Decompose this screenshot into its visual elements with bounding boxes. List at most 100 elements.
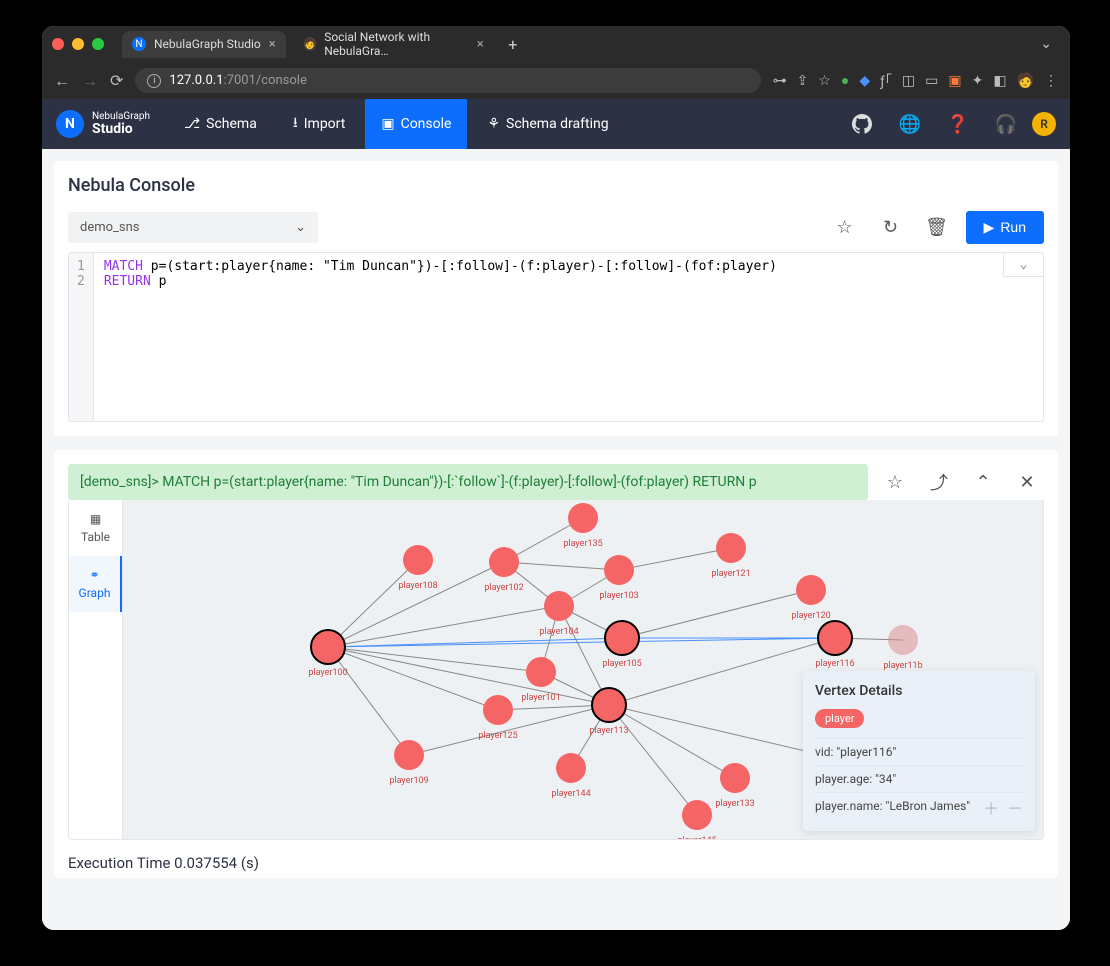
- editor-gutter: 12: [69, 253, 94, 421]
- svg-text:player109: player109: [389, 776, 428, 786]
- svg-text:player144: player144: [551, 789, 590, 799]
- vertex-age-row: player.age: "34": [815, 765, 1023, 792]
- import-icon: ⭳: [293, 112, 298, 136]
- square-ext-icon[interactable]: ◫: [902, 73, 915, 89]
- space-select-value: demo_sns: [80, 220, 140, 235]
- share-icon[interactable]: ⇪: [797, 73, 809, 89]
- export-result-button[interactable]: ⤴: [922, 465, 956, 499]
- mail-ext-icon[interactable]: ▭: [925, 73, 938, 89]
- diamond-ext-icon[interactable]: ◆: [859, 73, 870, 89]
- close-tab-icon[interactable]: ×: [477, 37, 484, 52]
- browser-tab-1[interactable]: N NebulaGraph Studio ×: [122, 31, 286, 58]
- url-path: /console: [256, 73, 307, 88]
- run-button[interactable]: ▶ Run: [966, 211, 1044, 244]
- logo-text: NebulaGraph Studio: [92, 111, 150, 137]
- console-card: Nebula Console demo_sns ⌄ ☆ ↻ 🗑 ▶ Run 12…: [54, 161, 1058, 436]
- favicon: 🧑: [304, 37, 316, 51]
- editor-collapse-button[interactable]: ⌄: [1003, 253, 1043, 277]
- executed-query-bar: [demo_sns]> MATCH p=(start:player{name: …: [68, 464, 868, 500]
- editor-code[interactable]: MATCH p=(start:player{name: "Tim Duncan"…: [94, 253, 1043, 421]
- nav-schema-drafting[interactable]: ⚘ Schema drafting: [471, 99, 624, 149]
- maximize-window-button[interactable]: [92, 38, 104, 50]
- graph-visualization[interactable]: player100player108player102player135play…: [123, 500, 1043, 839]
- history-button[interactable]: ↻: [874, 210, 908, 244]
- app-logo[interactable]: N NebulaGraph Studio: [56, 110, 150, 138]
- logo-mark: N: [56, 110, 84, 138]
- panel-icon[interactable]: ◧: [993, 73, 1006, 89]
- content-area: Nebula Console demo_sns ⌄ ☆ ↻ 🗑 ▶ Run 12…: [42, 149, 1070, 930]
- close-window-button[interactable]: [52, 38, 64, 50]
- svg-text:player120: player120: [791, 611, 830, 621]
- vertex-panel-title: Vertex Details: [815, 683, 1023, 699]
- star-icon[interactable]: ☆: [818, 73, 831, 89]
- forward-button[interactable]: →: [82, 71, 98, 91]
- nav-console[interactable]: ▣ Console: [365, 99, 467, 149]
- zoom-in-icon[interactable]: ＋: [983, 795, 999, 819]
- new-tab-button[interactable]: +: [502, 33, 524, 55]
- tab-label: Table: [81, 530, 110, 544]
- tab-label: Graph: [79, 586, 111, 600]
- browser-chrome: N NebulaGraph Studio × 🧑 Social Network …: [42, 26, 1070, 99]
- result-body: ▦ Table ⚭ Graph player100player108player…: [68, 500, 1044, 840]
- nav-label: Schema: [206, 116, 257, 132]
- metamask-ext-icon[interactable]: ▣: [948, 73, 961, 89]
- back-button[interactable]: ←: [54, 71, 70, 91]
- graph-icon: ⚭: [89, 568, 99, 582]
- vertex-vid-row: vid: "player116": [815, 738, 1023, 765]
- close-result-button[interactable]: ✕: [1010, 465, 1044, 499]
- menu-icon[interactable]: ⋮: [1044, 73, 1058, 89]
- svg-text:player145: player145: [677, 836, 716, 839]
- script-ext-icon[interactable]: ƒ｢: [880, 71, 892, 91]
- close-tab-icon[interactable]: ×: [269, 37, 276, 52]
- site-info-icon[interactable]: i: [147, 74, 161, 88]
- help-icon[interactable]: ❓: [942, 108, 974, 140]
- svg-text:player103: player103: [599, 591, 638, 601]
- user-avatar[interactable]: R: [1032, 112, 1056, 136]
- profile-icon[interactable]: 🧑: [1017, 73, 1034, 89]
- delete-button[interactable]: 🗑: [920, 210, 954, 244]
- svg-text:player121: player121: [711, 569, 750, 579]
- reload-button[interactable]: ⟳: [110, 71, 123, 90]
- nav-schema[interactable]: ⎇ Schema: [168, 99, 273, 149]
- address-bar-row: ← → ⟳ i 127.0.0.1:7001/console ⊶ ⇪ ☆ ● ◆…: [42, 62, 1070, 99]
- tabs-overflow-button[interactable]: ⌄: [1032, 32, 1060, 56]
- favorite-button[interactable]: ☆: [828, 210, 862, 244]
- minimize-window-button[interactable]: [72, 38, 84, 50]
- view-tabs: ▦ Table ⚭ Graph: [69, 500, 123, 839]
- run-label: Run: [1000, 219, 1026, 235]
- table-icon: ▦: [90, 512, 101, 526]
- svg-text:player135: player135: [563, 539, 602, 549]
- tab-title: NebulaGraph Studio: [154, 37, 261, 51]
- svg-text:player125: player125: [478, 731, 517, 741]
- window-controls: [52, 38, 104, 50]
- vertex-tag: player: [815, 709, 864, 728]
- evernote-ext-icon[interactable]: ●: [841, 72, 849, 89]
- key-icon[interactable]: ⊶: [773, 73, 787, 89]
- extensions-icon[interactable]: ✦: [972, 73, 984, 89]
- address-bar[interactable]: i 127.0.0.1:7001/console: [135, 68, 760, 93]
- github-icon[interactable]: [846, 108, 878, 140]
- zoom-out-icon[interactable]: －: [1007, 795, 1023, 819]
- nav-import[interactable]: ⭳ Import: [277, 99, 362, 149]
- browser-tab-2[interactable]: 🧑 Social Network with NebulaGra… ×: [294, 26, 494, 64]
- collapse-result-button[interactable]: ⌃: [966, 465, 1000, 499]
- svg-text:player11b: player11b: [883, 661, 922, 671]
- view-tab-graph[interactable]: ⚭ Graph: [69, 556, 122, 612]
- favicon: N: [132, 37, 146, 51]
- nav-label: Console: [401, 116, 452, 132]
- chevron-down-icon: ⌄: [295, 220, 306, 235]
- globe-icon[interactable]: 🌐: [894, 108, 926, 140]
- vertex-details-panel: Vertex Details player vid: "player116" p…: [803, 671, 1035, 831]
- tab-bar: N NebulaGraph Studio × 🧑 Social Network …: [42, 26, 1070, 62]
- extension-icons: ⊶ ⇪ ☆ ● ◆ ƒ｢ ◫ ▭ ▣ ✦ ◧ 🧑 ⋮: [773, 71, 1058, 91]
- svg-text:player101: player101: [521, 693, 560, 703]
- console-icon: ▣: [381, 116, 394, 132]
- query-editor[interactable]: 12 MATCH p=(start:player{name: "Tim Dunc…: [68, 252, 1044, 422]
- space-select[interactable]: demo_sns ⌄: [68, 212, 318, 243]
- nav-label: Schema drafting: [506, 116, 609, 132]
- svg-text:player100: player100: [308, 668, 347, 678]
- view-tab-table[interactable]: ▦ Table: [69, 500, 122, 556]
- support-icon[interactable]: 🎧: [990, 108, 1022, 140]
- url-port: :7001: [224, 73, 256, 88]
- favorite-result-button[interactable]: ☆: [878, 465, 912, 499]
